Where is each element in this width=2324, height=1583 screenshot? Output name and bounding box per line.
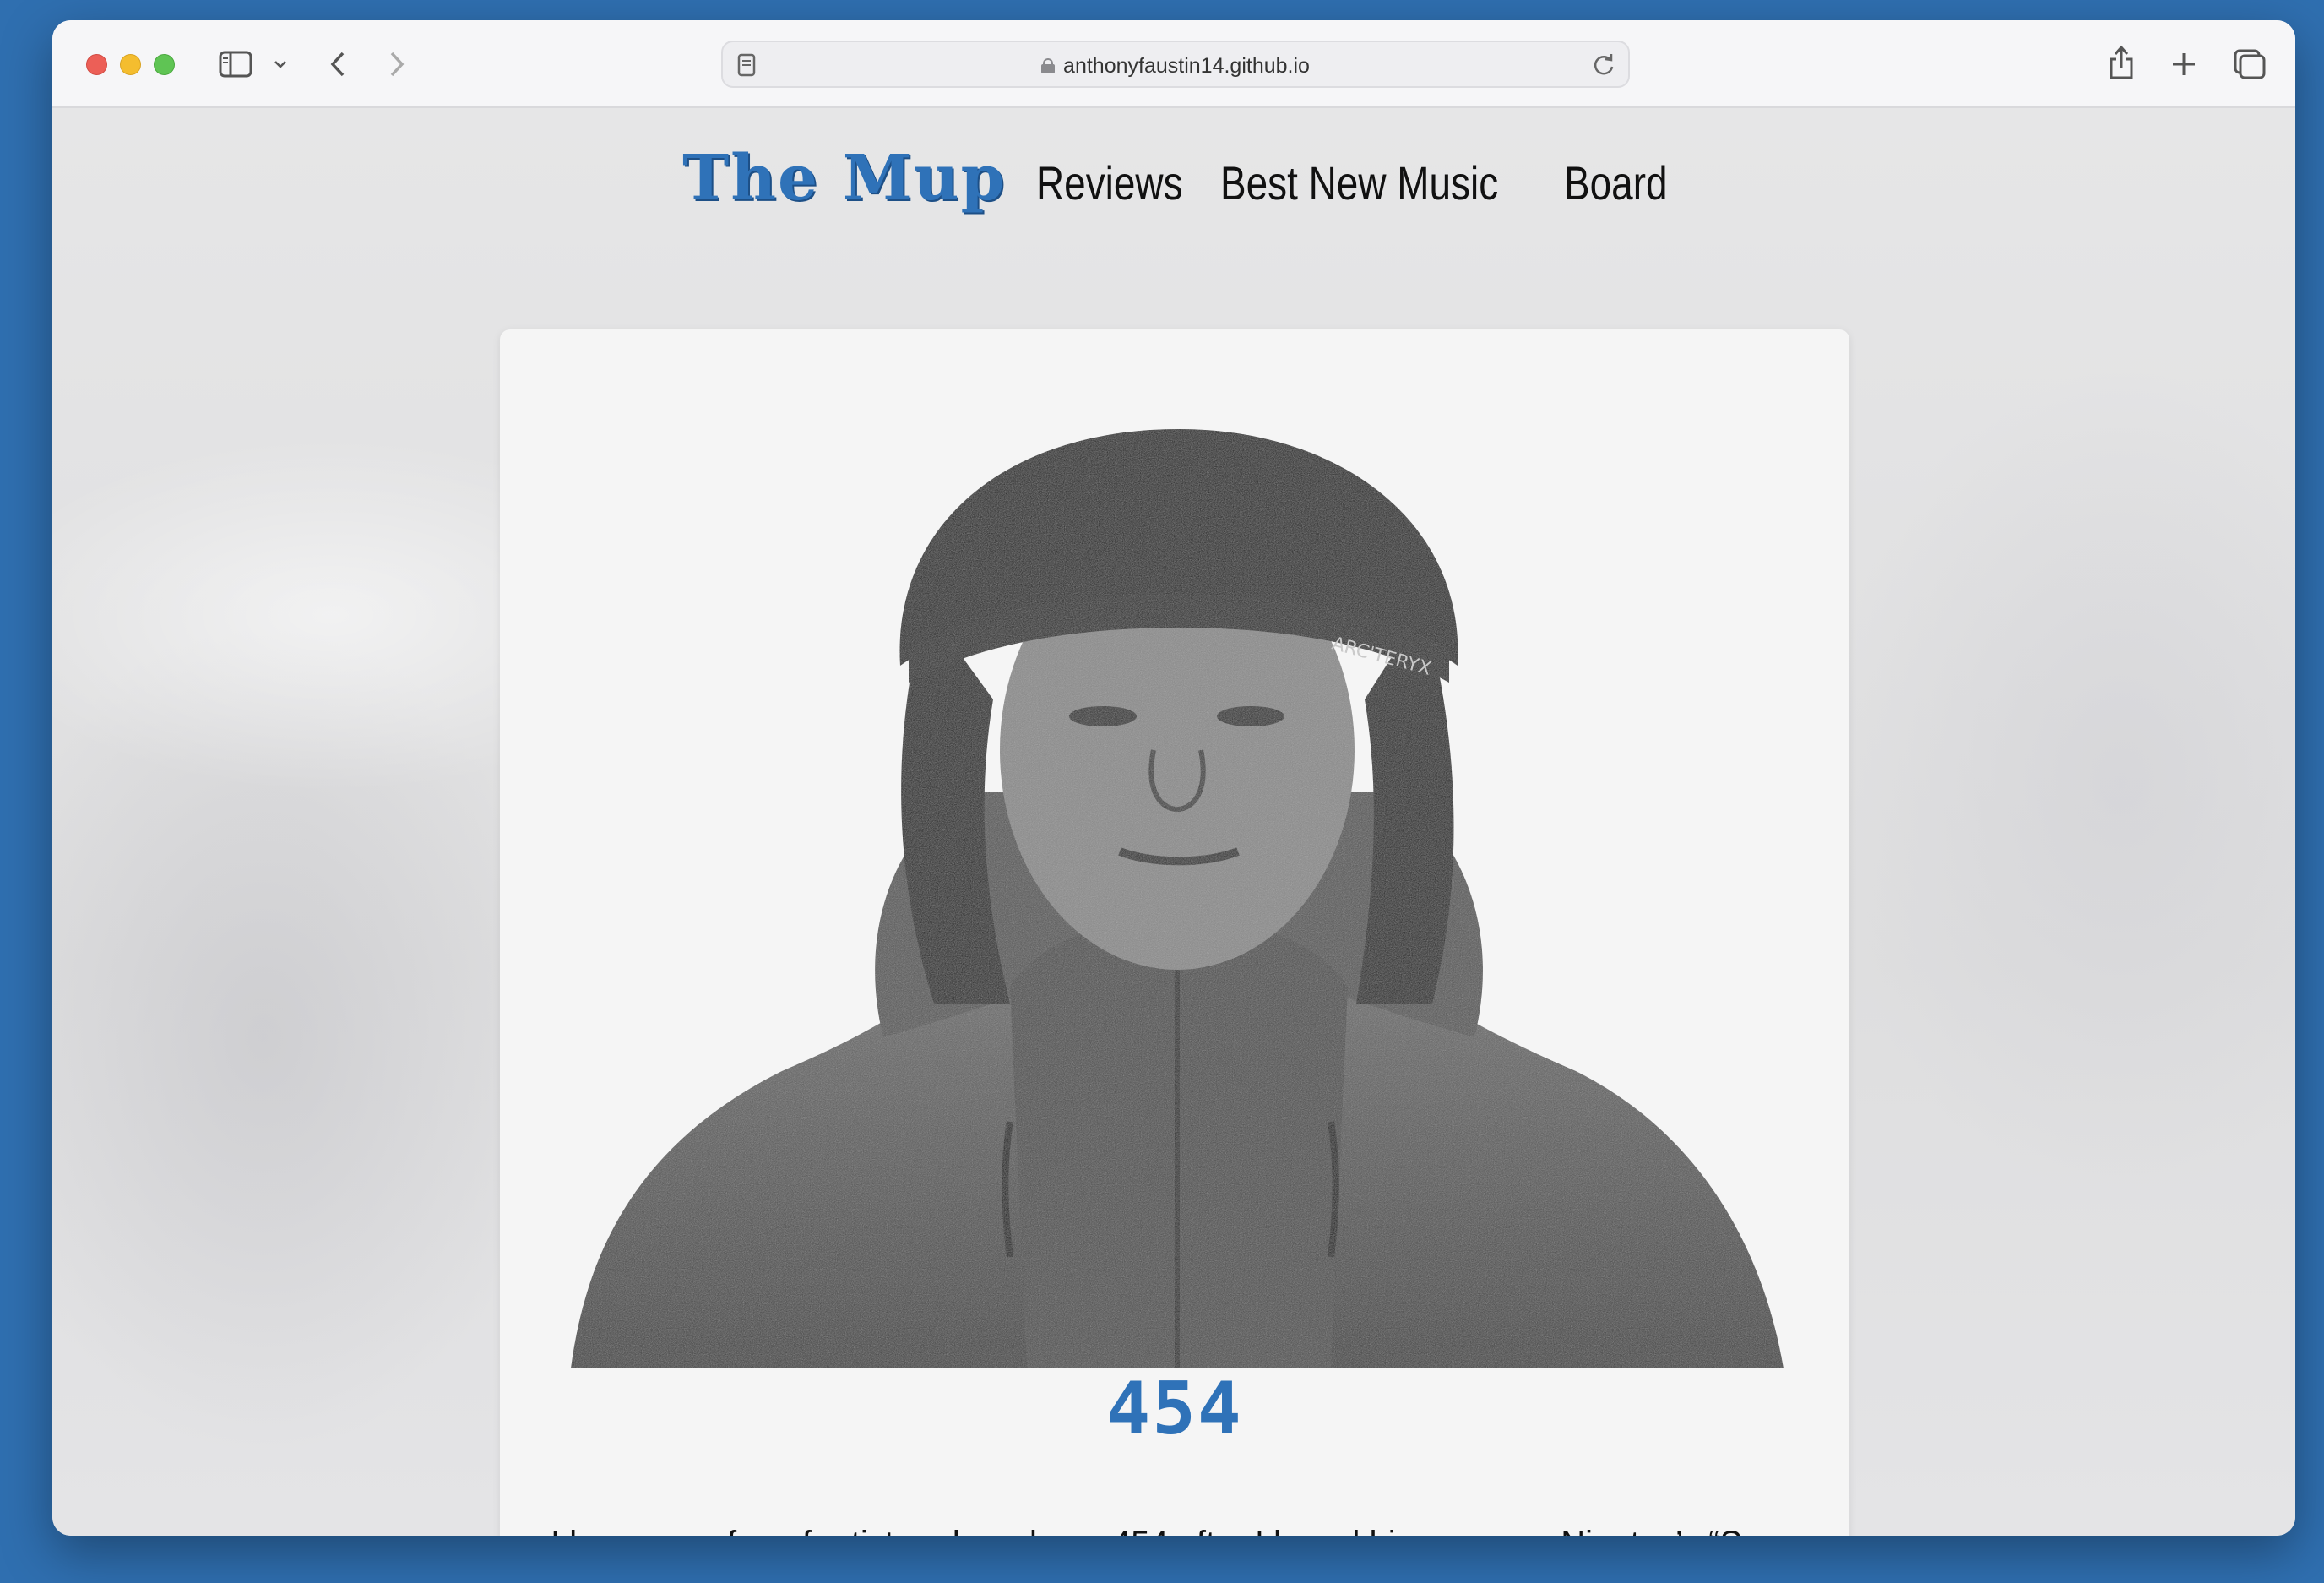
tab-overview-icon[interactable] <box>2231 47 2268 81</box>
address-text: anthonyfaustin14.github.io <box>723 42 1628 90</box>
nav-link-best-new-music[interactable]: Best New Music <box>1220 155 1498 210</box>
share-icon[interactable] <box>2104 42 2138 83</box>
article-card: ARC'TERYX 454 I became a fan of artist a… <box>500 329 1849 1536</box>
reload-icon[interactable] <box>1591 52 1616 78</box>
browser-window: anthonyfaustin14.github.io The Mup Revie… <box>52 20 2295 1536</box>
page-content: The Mup Reviews Best New Music Board ARC… <box>52 108 2295 1536</box>
site-nav: The Mup Reviews Best New Music Board <box>52 142 2295 215</box>
article-title: 454 <box>1106 1367 1243 1451</box>
forward-arrow-icon[interactable] <box>382 49 412 79</box>
nav-link-reviews[interactable]: Reviews <box>1036 155 1183 210</box>
new-tab-icon[interactable] <box>2167 47 2201 81</box>
back-arrow-icon[interactable] <box>323 49 353 79</box>
site-logo[interactable]: The Mup <box>682 142 1006 215</box>
minimize-window-button[interactable] <box>120 54 141 75</box>
url-label: anthonyfaustin14.github.io <box>1063 53 1310 78</box>
zoom-window-button[interactable] <box>154 54 175 75</box>
nav-link-board[interactable]: Board <box>1564 155 1668 210</box>
article-body: I became a fan of artist and producer 45… <box>551 1525 1799 1536</box>
browser-toolbar: anthonyfaustin14.github.io <box>52 20 2295 108</box>
lock-icon <box>1041 58 1056 73</box>
sidebar-toggle-icon[interactable] <box>218 49 253 79</box>
artist-portrait: ARC'TERYX <box>571 429 1784 1368</box>
close-window-button[interactable] <box>86 54 107 75</box>
address-bar[interactable]: anthonyfaustin14.github.io <box>721 41 1630 88</box>
chevron-down-icon[interactable] <box>270 54 290 74</box>
